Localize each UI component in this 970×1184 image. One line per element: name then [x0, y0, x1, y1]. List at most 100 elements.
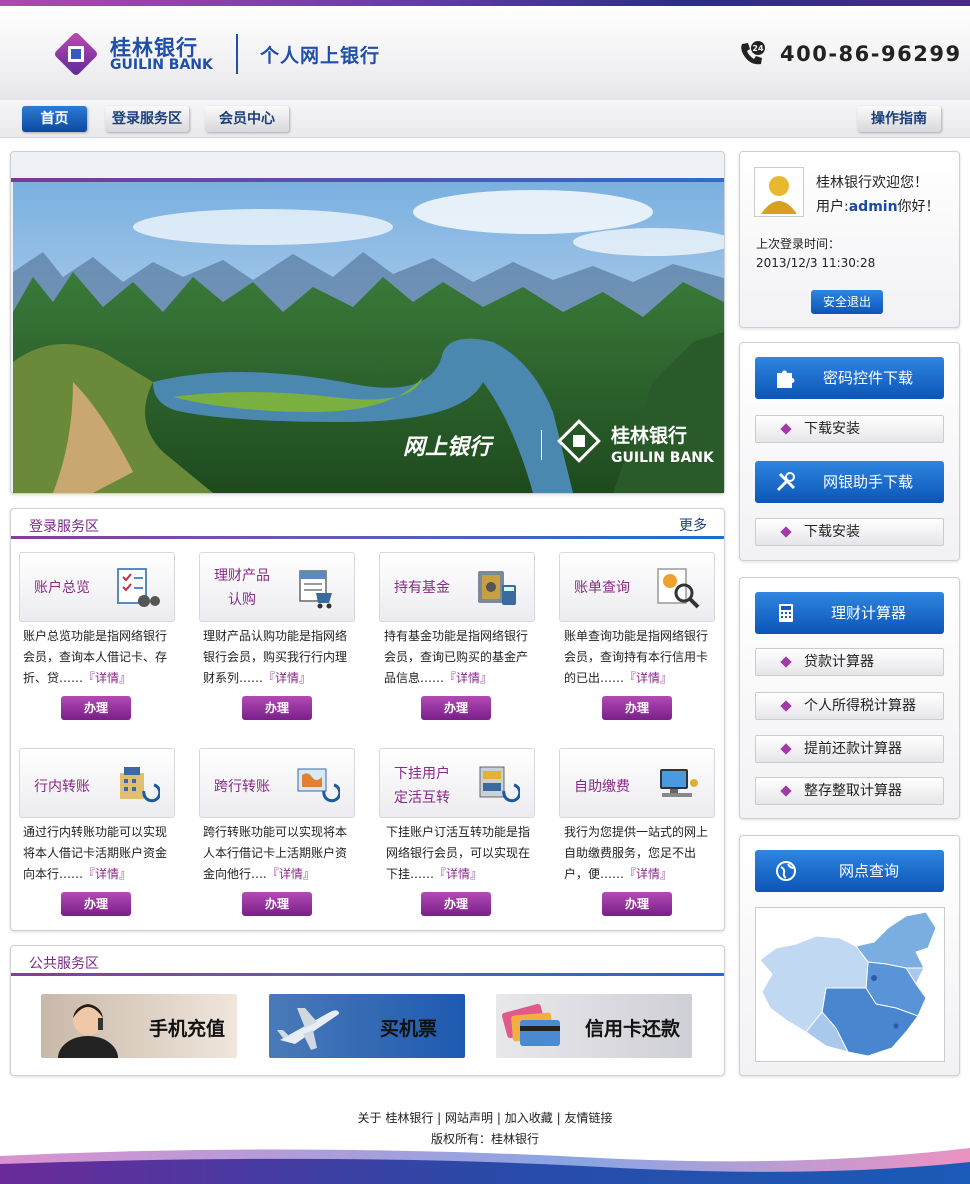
cabinet-exchange-icon — [474, 763, 520, 805]
fixed-deposit-calculator-link[interactable]: 整存整取计算器 — [755, 777, 944, 805]
bank-transfer-icon — [114, 763, 160, 805]
detail-link[interactable]: 『详情』 — [434, 867, 482, 881]
diamond-bullet-icon — [780, 700, 791, 711]
service-tile-account-overview[interactable]: 账户总览 — [19, 552, 175, 622]
diamond-bullet-icon — [780, 656, 791, 667]
service-desc-wealth-subscribe: 理财产品认购功能是指网络银行会员，购买我行行内理财系列……『详情』 — [203, 626, 355, 689]
footer-link-favorite[interactable]: 加入收藏 — [505, 1111, 553, 1125]
svg-text:24: 24 — [752, 44, 764, 53]
more-link[interactable]: 更多 — [679, 515, 707, 535]
income-tax-calculator-link[interactable]: 个人所得税计算器 — [755, 692, 944, 720]
banner-landscape-image: 网上银行 桂林银行 GUILIN BANK — [13, 182, 724, 493]
download-panel: 密码控件下载 下载安装 网银助手下载 下载安装 — [739, 342, 960, 561]
detail-link[interactable]: 『详情』 — [624, 671, 672, 685]
page-title: 个人网上银行 — [260, 41, 380, 68]
handle-button[interactable]: 办理 — [242, 696, 312, 720]
diamond-bullet-icon — [780, 423, 791, 434]
header: 桂林银行 GUILIN BANK 个人网上银行 24 400-86-96299 — [0, 6, 970, 100]
computer-payment-icon — [654, 763, 700, 805]
bank-name-en: GUILIN BANK — [110, 57, 213, 73]
nav-login-service[interactable]: 登录服务区 — [105, 106, 189, 132]
logout-button[interactable]: 安全退出 — [811, 290, 883, 314]
service-tile-bill-query[interactable]: 账单查询 — [559, 552, 715, 622]
service-desc-bill-query: 账单查询功能是指网络银行会员，查询持有本行信用卡的已出……『详情』 — [564, 626, 716, 689]
handle-button[interactable]: 办理 — [61, 696, 131, 720]
calculator-panel: 理财计算器 贷款计算器 个人所得税计算器 提前还款计算器 整存整取计算器 — [739, 577, 960, 819]
service-desc-intra-transfer: 通过行内转账功能可以实现将本人借记卡活期账户资金向本行……『详情』 — [23, 822, 175, 885]
checklist-binoculars-icon — [114, 567, 160, 609]
map-transfer-icon — [294, 763, 340, 805]
handle-button[interactable]: 办理 — [61, 892, 131, 916]
nav-bar: 首页 登录服务区 会员中心 操作指南 — [0, 100, 970, 138]
last-login-label: 上次登录时间： — [756, 235, 840, 252]
mobile-recharge-card[interactable]: 手机充值 — [41, 994, 237, 1058]
loan-calculator-link[interactable]: 贷款计算器 — [755, 648, 944, 676]
public-section-line — [11, 973, 724, 976]
magnifier-document-icon — [654, 567, 700, 609]
taxes-cart-icon — [294, 567, 340, 609]
service-tile-sub-account-transfer[interactable]: 下挂用户 定活互转 — [379, 748, 535, 818]
credit-card-repayment-card[interactable]: 信用卡还款 — [496, 994, 692, 1058]
user-panel: 桂林银行欢迎您！ 用户:admin你好！ 上次登录时间： 2013/12/3 1… — [739, 151, 960, 328]
detail-link[interactable]: 『详情』 — [624, 867, 672, 881]
service-tile-wealth-subscribe[interactable]: 理财产品 认购 — [199, 552, 355, 622]
tools-icon — [775, 471, 797, 493]
handle-button[interactable]: 办理 — [602, 696, 672, 720]
install-control-link[interactable]: 下载安装 — [755, 415, 944, 443]
airplane-icon — [275, 1000, 345, 1052]
handle-button[interactable]: 办理 — [602, 892, 672, 916]
welcome-text: 桂林银行欢迎您！ — [816, 172, 928, 192]
assistant-download-button[interactable]: 网银助手下载 — [755, 461, 944, 503]
banner-panel: 网上银行 桂林银行 GUILIN BANK — [10, 151, 725, 494]
footer-link-about[interactable]: 关于 桂林银行 — [358, 1111, 434, 1125]
nav-operation-guide[interactable]: 操作指南 — [857, 106, 941, 132]
detail-link[interactable]: 『详情』 — [267, 867, 315, 881]
diamond-bullet-icon — [780, 785, 791, 796]
branch-query-button[interactable]: 网点查询 — [755, 850, 944, 892]
service-tile-fund-holdings[interactable]: 持有基金 — [379, 552, 535, 622]
safe-calculator-icon — [474, 567, 520, 609]
footer-link-friends[interactable]: 友情链接 — [564, 1111, 612, 1125]
puzzle-icon — [775, 367, 797, 389]
service-desc-fund-holdings: 持有基金功能是指网络银行会员，查询已购买的基金产品信息……『详情』 — [384, 626, 536, 689]
service-phone: 400-86-96299 — [780, 42, 962, 66]
handle-button[interactable]: 办理 — [421, 696, 491, 720]
detail-link[interactable]: 『详情』 — [444, 671, 492, 685]
globe-icon — [775, 860, 797, 882]
buy-flight-ticket-card[interactable]: 买机票 — [269, 994, 465, 1058]
phone-24h-icon: 24 — [738, 40, 766, 68]
install-assistant-link[interactable]: 下载安装 — [755, 518, 944, 546]
prepayment-calculator-link[interactable]: 提前还款计算器 — [755, 735, 944, 763]
username: admin — [849, 199, 898, 215]
service-desc-account-overview: 账户总览功能是指网络银行会员，查询本人借记卡、存折、贷……『详情』 — [23, 626, 175, 689]
last-login-time: 2013/12/3 11:30:28 — [756, 256, 875, 270]
handle-button[interactable]: 办理 — [421, 892, 491, 916]
financial-calculator-header[interactable]: 理财计算器 — [755, 592, 944, 634]
header-divider — [236, 34, 238, 74]
service-tile-inter-transfer[interactable]: 跨行转账 — [199, 748, 355, 818]
footer-link-statement[interactable]: 网站声明 — [445, 1111, 493, 1125]
detail-link[interactable]: 『详情』 — [83, 867, 131, 881]
service-desc-self-payment: 我行为您提供一站式的网上自助缴费服务，您足不出户，便……『详情』 — [564, 822, 716, 885]
detail-link[interactable]: 『详情』 — [263, 671, 311, 685]
calculator-icon — [775, 602, 797, 624]
banner-slogan: 网上银行 — [403, 434, 495, 460]
china-map-image — [756, 908, 944, 1061]
branch-map[interactable] — [755, 907, 945, 1062]
service-desc-sub-account-transfer: 下挂账户订活互转功能是指网络银行会员，可以实现在下挂……『详情』 — [386, 822, 538, 885]
credit-cards-icon — [500, 1000, 572, 1054]
footer-links: 关于 桂林银行 | 网站声明 | 加入收藏 | 友情链接 — [0, 1108, 970, 1129]
bank-logo-icon — [52, 30, 100, 78]
user-avatar-icon — [755, 168, 803, 216]
login-service-panel: 登录服务区 更多 账户总览 账户总览功能是指网络银行会员，查询本人借记卡、存折、… — [10, 508, 725, 931]
password-control-download-button[interactable]: 密码控件下载 — [755, 357, 944, 399]
handle-button[interactable]: 办理 — [242, 892, 312, 916]
nav-member-center[interactable]: 会员中心 — [205, 106, 289, 132]
login-section-line — [11, 536, 724, 539]
nav-home[interactable]: 首页 — [22, 106, 87, 132]
detail-link[interactable]: 『详情』 — [83, 671, 131, 685]
service-tile-self-payment[interactable]: 自助缴费 — [559, 748, 715, 818]
diamond-bullet-icon — [780, 743, 791, 754]
diamond-bullet-icon — [780, 526, 791, 537]
service-tile-intra-transfer[interactable]: 行内转账 — [19, 748, 175, 818]
